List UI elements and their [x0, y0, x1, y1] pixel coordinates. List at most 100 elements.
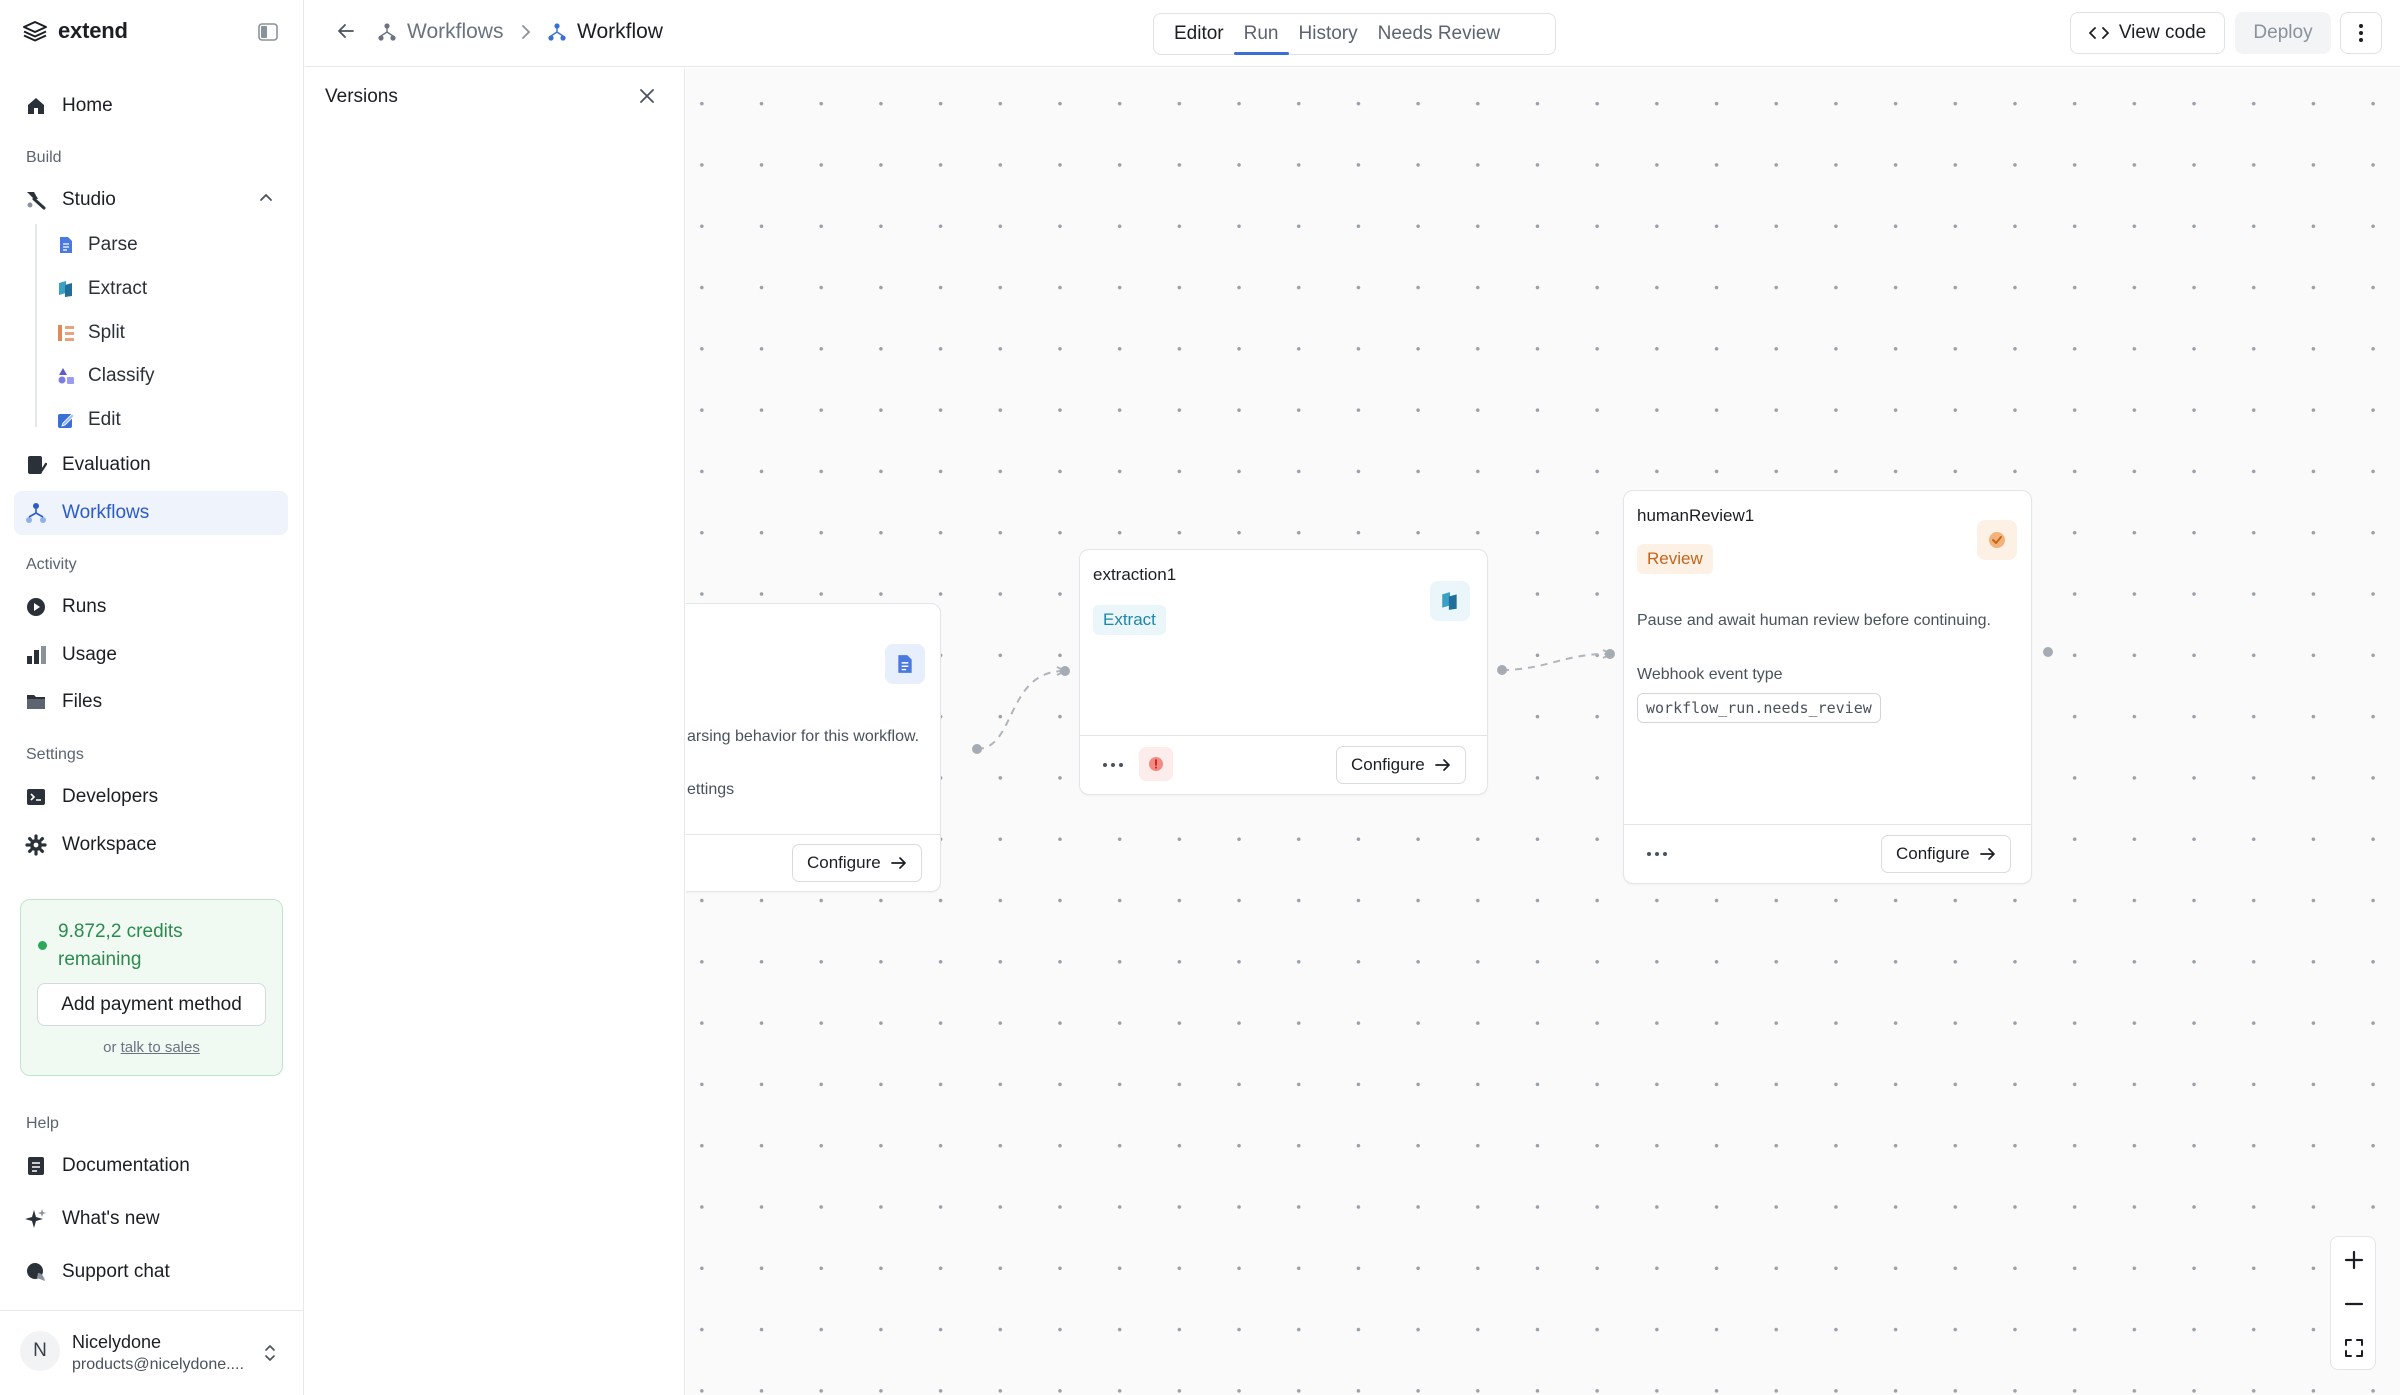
nav-workspace[interactable]: Workspace	[14, 823, 288, 867]
close-icon[interactable]	[638, 87, 656, 105]
nav-files-label: Files	[62, 691, 103, 712]
more-vertical-icon	[2358, 23, 2364, 43]
active-tab-indicator	[1233, 52, 1289, 55]
credits-remaining: 9.872,2 credits remaining	[58, 921, 183, 970]
review-output-handle[interactable]	[2043, 647, 2053, 657]
tab-editor[interactable]: Editor	[1164, 14, 1234, 54]
nav-evaluation[interactable]: Evaluation	[14, 443, 288, 487]
user-email: products@nicelydone....	[72, 1356, 244, 1373]
extraction-node[interactable]: extraction1 Extract Configure	[1079, 549, 1488, 795]
view-code-label: View code	[2118, 22, 2207, 43]
workflow-tree-icon	[377, 22, 397, 42]
fit-view-button[interactable]	[2331, 1326, 2377, 1370]
chevron-right-icon	[519, 23, 533, 41]
extraction-input-handle[interactable]	[1060, 666, 1070, 676]
studio-item-edit[interactable]: Edit	[56, 402, 121, 438]
review-input-handle[interactable]	[1605, 649, 1615, 659]
brand[interactable]: extend	[22, 17, 128, 45]
edit-icon	[56, 410, 76, 430]
arrow-right-icon	[1434, 758, 1451, 772]
zoom-out-button[interactable]	[2331, 1282, 2377, 1326]
extraction-configure-label: Configure	[1351, 755, 1425, 774]
tab-history[interactable]: History	[1289, 14, 1368, 54]
parse-node-footer: Configure	[686, 834, 940, 891]
nav-files[interactable]: Files	[14, 680, 288, 724]
nav-support-chat[interactable]: Support chat	[14, 1250, 288, 1294]
credits-status-dot	[38, 941, 47, 950]
plus-icon	[2344, 1250, 2364, 1270]
human-review-node[interactable]: humanReview1 Review Pause and await huma…	[1623, 490, 2032, 884]
more-horizontal-icon[interactable]	[1647, 852, 1667, 856]
parse-output-handle[interactable]	[972, 744, 982, 754]
nav-studio[interactable]: Studio	[14, 178, 288, 222]
workflows-icon	[24, 501, 48, 525]
extraction-configure-button[interactable]: Configure	[1336, 746, 1466, 784]
nav-workflows[interactable]: Workflows	[14, 491, 288, 535]
warning-icon[interactable]	[1139, 747, 1173, 781]
view-tabs: Editor Run History Needs Review	[1153, 13, 1556, 55]
add-payment-method-button[interactable]: Add payment method	[37, 983, 266, 1026]
human-review-configure-button[interactable]: Configure	[1881, 835, 2011, 873]
workflow-canvas[interactable]: arsing behavior for this workflow. ettin…	[686, 68, 2400, 1395]
usage-icon	[24, 643, 48, 667]
chevron-up-icon[interactable]	[258, 190, 274, 206]
sparkle-icon	[24, 1207, 48, 1231]
user-menu[interactable]: N Nicelydone products@nicelydone....	[0, 1310, 304, 1395]
workflow-tree-icon	[547, 22, 567, 42]
tab-run-label: Run	[1243, 23, 1279, 44]
developers-icon	[24, 785, 48, 809]
nav-workflows-label: Workflows	[62, 502, 150, 523]
studio-item-extract[interactable]: Extract	[56, 271, 147, 307]
zoom-in-button[interactable]	[2331, 1238, 2377, 1282]
nav-developers[interactable]: Developers	[14, 775, 288, 819]
extract-icon	[56, 279, 76, 299]
documentation-icon	[24, 1154, 48, 1178]
sidebar: extend Home Build Studio Parse Extract S…	[0, 0, 304, 1395]
zoom-controls	[2330, 1236, 2376, 1370]
nav-usage[interactable]: Usage	[14, 633, 288, 677]
studio-item-classify[interactable]: Classify	[56, 358, 155, 394]
webhook-event-label: Webhook event type	[1637, 666, 1783, 683]
view-code-button[interactable]: View code	[2070, 12, 2225, 54]
chevron-up-down-icon[interactable]	[262, 1342, 278, 1364]
parse-icon	[885, 644, 925, 684]
studio-item-parse[interactable]: Parse	[56, 227, 138, 263]
nav-whats-new-label: What's new	[62, 1208, 160, 1229]
more-horizontal-icon[interactable]	[1103, 763, 1123, 767]
nav-workspace-label: Workspace	[62, 834, 157, 855]
breadcrumb-workflows[interactable]: Workflows	[377, 20, 503, 44]
fullscreen-icon	[2344, 1338, 2364, 1358]
home-icon	[24, 94, 48, 118]
deploy-button[interactable]: Deploy	[2235, 12, 2331, 54]
breadcrumb-workflows-label: Workflows	[407, 20, 504, 43]
talk-to-sales-link[interactable]: talk to sales	[121, 1039, 200, 1056]
human-review-configure-label: Configure	[1896, 844, 1970, 863]
more-options-button[interactable]	[2340, 12, 2382, 54]
back-arrow-icon[interactable]	[335, 20, 357, 42]
nav-whats-new[interactable]: What's new	[14, 1197, 288, 1241]
parse-configure-button[interactable]: Configure	[792, 844, 922, 882]
breadcrumb-current-label: Workflow	[577, 20, 663, 43]
studio-item-parse-label: Parse	[88, 234, 138, 255]
support-chat-icon	[24, 1260, 48, 1284]
minus-icon	[2344, 1294, 2364, 1314]
studio-icon	[24, 188, 48, 212]
tab-run[interactable]: Run	[1233, 14, 1289, 55]
studio-item-split[interactable]: Split	[56, 315, 125, 351]
human-review-description: Pause and await human review before cont…	[1637, 612, 1991, 629]
extraction-node-title: extraction1	[1093, 565, 1177, 584]
collapse-sidebar-icon[interactable]	[256, 20, 280, 44]
parse-node[interactable]: arsing behavior for this workflow. ettin…	[686, 603, 941, 892]
parse-node-settings[interactable]: ettings	[687, 781, 734, 799]
evaluation-icon	[24, 453, 48, 477]
nav-documentation[interactable]: Documentation	[14, 1144, 288, 1188]
extraction-output-handle[interactable]	[1497, 665, 1507, 675]
nav-home[interactable]: Home	[14, 84, 288, 128]
section-activity: Activity	[26, 556, 77, 573]
studio-item-extract-label: Extract	[88, 278, 148, 299]
tab-needs-review[interactable]: Needs Review	[1368, 14, 1511, 54]
parse-configure-label: Configure	[807, 853, 881, 872]
split-icon	[56, 323, 76, 343]
nav-runs[interactable]: Runs	[14, 585, 288, 629]
arrow-right-icon	[1979, 847, 1996, 861]
